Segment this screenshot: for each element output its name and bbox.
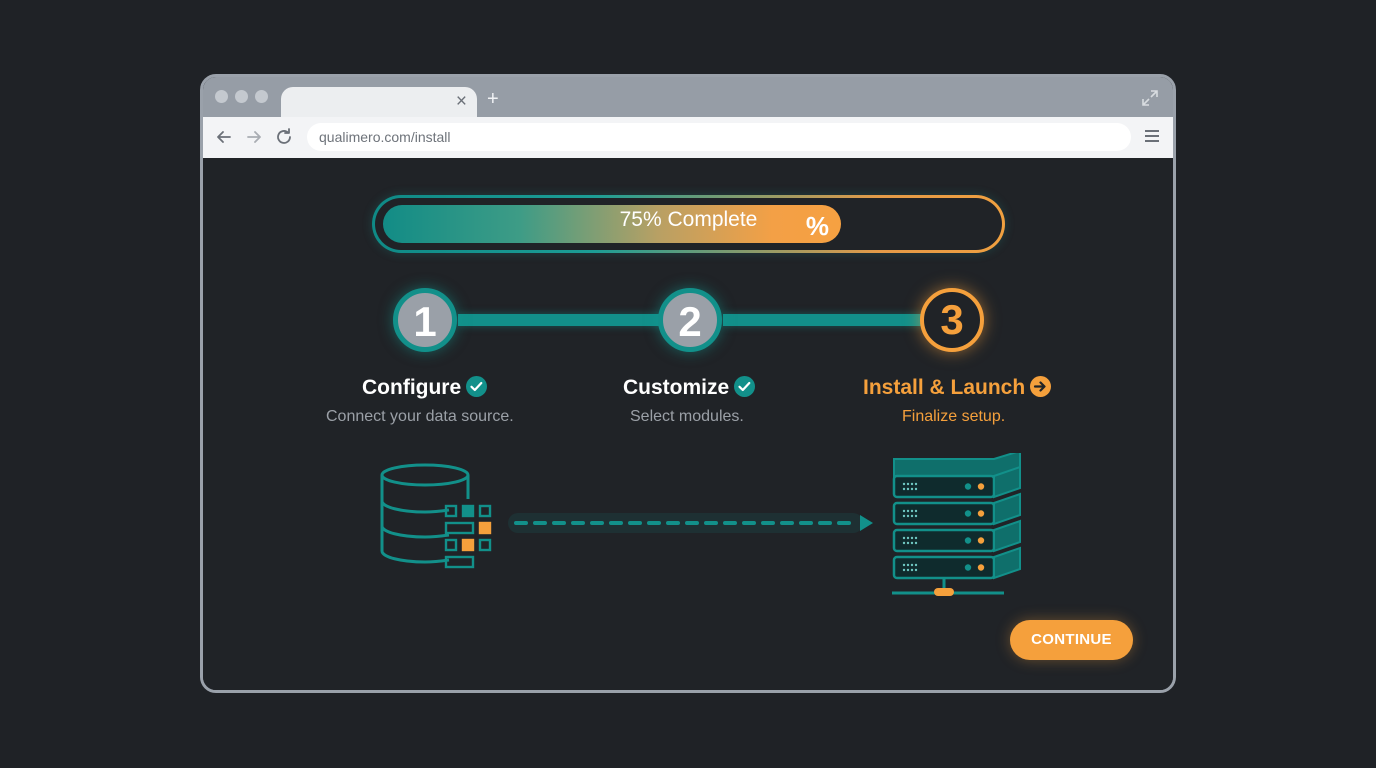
step-2-circle: 2 xyxy=(658,288,722,352)
step-3-title-row: Install & Launch xyxy=(863,376,1052,400)
server-rack-icon xyxy=(892,453,1021,596)
window-maximize-dot[interactable] xyxy=(255,90,268,103)
step-3-description: Finalize setup. xyxy=(902,408,1006,425)
url-text: qualimero.com/install xyxy=(319,129,451,145)
navigation-bar: qualimero.com/install xyxy=(203,117,1173,158)
step-2-number: 2 xyxy=(678,298,702,345)
step-1-number: 1 xyxy=(413,298,437,345)
arrow-right-circle-icon xyxy=(1030,376,1052,397)
browser-tab[interactable]: × xyxy=(281,87,477,119)
progress-bar: % 75% Complete xyxy=(372,195,1005,253)
window-close-dot[interactable] xyxy=(215,90,228,103)
step-1-description: Connect your data source. xyxy=(326,408,514,425)
step-1-title-row: Configure xyxy=(362,376,488,400)
new-tab-icon[interactable]: + xyxy=(487,87,499,111)
dashed-arrow-icon xyxy=(508,513,873,533)
step-3-title: Install & Launch xyxy=(863,376,1026,399)
browser-window: × + qualimero.com/install % 75% Complete… xyxy=(200,74,1176,693)
continue-button[interactable]: CONTINUE xyxy=(1010,620,1133,660)
back-icon[interactable] xyxy=(213,126,235,148)
address-bar[interactable]: qualimero.com/install xyxy=(307,123,1131,151)
check-circle-icon xyxy=(466,376,488,397)
step-3-number: 3 xyxy=(940,296,964,343)
check-circle-icon xyxy=(734,376,756,397)
database-icon xyxy=(380,463,492,569)
step-2-title-row: Customize xyxy=(623,376,756,400)
installer-content: % 75% Complete 1 Configure Connect your … xyxy=(203,158,1173,690)
tab-close-icon[interactable]: × xyxy=(456,91,467,113)
expand-icon[interactable] xyxy=(1141,89,1159,107)
menu-icon[interactable] xyxy=(1143,127,1161,145)
forward-icon[interactable] xyxy=(243,126,265,148)
step-connector-2-3 xyxy=(723,314,931,326)
progress-label: 75% Complete xyxy=(619,208,758,231)
tab-bar: × + xyxy=(203,77,1173,119)
step-1-circle: 1 xyxy=(393,288,457,352)
step-connector-1-2 xyxy=(458,314,666,326)
step-2-description: Select modules. xyxy=(630,408,744,425)
step-3-circle: 3 xyxy=(920,288,984,352)
window-minimize-dot[interactable] xyxy=(235,90,248,103)
step-1-title: Configure xyxy=(362,376,462,399)
reload-icon[interactable] xyxy=(273,126,295,148)
step-2-title: Customize xyxy=(623,376,730,399)
